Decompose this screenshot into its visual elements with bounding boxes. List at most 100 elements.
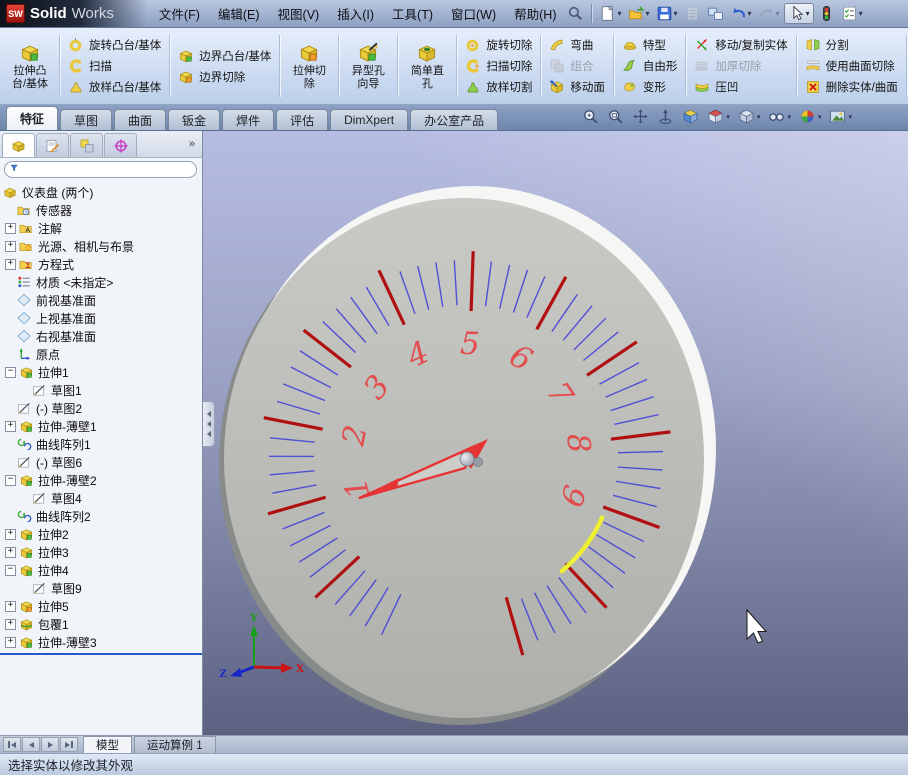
- tab-钣金[interactable]: 钣金: [168, 109, 220, 130]
- tree-item-5[interactable]: 材质 <未指定>: [0, 273, 202, 291]
- flex-button[interactable]: 弯曲: [545, 35, 609, 55]
- hide-show-items-button[interactable]: ▾: [768, 108, 791, 125]
- menu-edit[interactable]: 编辑(E): [209, 0, 269, 27]
- options-checklist-button[interactable]: ▾: [839, 3, 865, 24]
- apply-scene-dropdown-caret[interactable]: ▾: [848, 113, 852, 121]
- save-button[interactable]: ▾: [654, 3, 680, 24]
- tree-item-15[interactable]: (-) 草图6: [0, 453, 202, 471]
- undo-dropdown-caret[interactable]: ▾: [748, 9, 752, 18]
- tree-item-1[interactable]: 传感器: [0, 201, 202, 219]
- section-view-button[interactable]: [682, 108, 699, 125]
- tree-item-4[interactable]: +Σ方程式: [0, 255, 202, 273]
- boundary-cut-button[interactable]: 边界切除: [174, 67, 275, 87]
- tab-特征[interactable]: 特征: [6, 106, 58, 130]
- tree-expander[interactable]: +: [5, 529, 16, 540]
- tree-item-14[interactable]: 曲线阵列1: [0, 435, 202, 453]
- menu-help[interactable]: 帮助(H): [505, 0, 565, 27]
- tree-expander[interactable]: +: [5, 421, 16, 432]
- first-tab-button[interactable]: [3, 737, 21, 752]
- tab-评估[interactable]: 评估: [276, 109, 328, 130]
- swept-boss-button[interactable]: 扫描: [64, 56, 165, 76]
- tree-item-8[interactable]: 右视基准面: [0, 327, 202, 345]
- view-orientation-dropdown-caret[interactable]: ▾: [726, 113, 730, 121]
- boundary-boss-base-button[interactable]: 边界凸台/基体: [174, 46, 275, 66]
- make-drawing-button[interactable]: [705, 3, 726, 24]
- open-folder-button[interactable]: ▾: [626, 3, 652, 24]
- next-tab-button[interactable]: [41, 737, 59, 752]
- search-button[interactable]: [565, 3, 586, 24]
- select-cursor-dropdown-caret[interactable]: ▾: [806, 9, 810, 18]
- tree-item-6[interactable]: 前视基准面: [0, 291, 202, 309]
- panel-overflow-chevron[interactable]: »: [189, 138, 195, 150]
- tree-item-20[interactable]: +拉伸3: [0, 543, 202, 561]
- doc-tab-运动算例 1[interactable]: 运动算例 1: [134, 736, 216, 753]
- view-orientation-button[interactable]: ▾: [707, 108, 730, 125]
- lofted-cut-button[interactable]: 放样切割: [461, 77, 536, 97]
- zoom-to-area-button[interactable]: [607, 108, 624, 125]
- tree-item-18[interactable]: 曲线阵列2: [0, 507, 202, 525]
- tree-expander[interactable]: +: [5, 223, 16, 234]
- menu-view[interactable]: 视图(V): [269, 0, 329, 27]
- hole-wizard-button[interactable]: 异型孔向导: [343, 42, 393, 91]
- revolved-boss-base-button[interactable]: 旋转凸台/基体: [64, 35, 165, 55]
- redo-dropdown-caret[interactable]: ▾: [776, 9, 780, 18]
- tree-item-10[interactable]: −拉伸1: [0, 363, 202, 381]
- tree-item-21[interactable]: −拉伸4: [0, 561, 202, 579]
- lofted-boss-base-button[interactable]: 放样凸台/基体: [64, 77, 165, 97]
- traffic-light-button[interactable]: [816, 3, 837, 24]
- tree-expander[interactable]: +: [5, 547, 16, 558]
- tree-expander[interactable]: +: [5, 637, 16, 648]
- indent-button[interactable]: 压凹: [690, 77, 791, 97]
- simple-hole-button[interactable]: 简单直孔: [402, 42, 452, 91]
- move-face-button[interactable]: 移动面: [545, 77, 609, 97]
- tree-item-12[interactable]: (-) 草图2: [0, 399, 202, 417]
- hide-show-items-dropdown-caret[interactable]: ▾: [787, 113, 791, 121]
- move-copy-bodies-button[interactable]: 移动/复制实体: [690, 35, 791, 55]
- tree-item-0[interactable]: 仪表盘 (两个): [0, 183, 202, 201]
- display-style-dropdown-caret[interactable]: ▾: [757, 113, 761, 121]
- deform-button[interactable]: 变形: [618, 77, 682, 97]
- tree-item-3[interactable]: +光源、相机与布景: [0, 237, 202, 255]
- new-document-dropdown-caret[interactable]: ▾: [617, 9, 621, 18]
- tab-曲面[interactable]: 曲面: [114, 109, 166, 130]
- display-style-button[interactable]: ▾: [738, 108, 761, 125]
- tree-expander[interactable]: −: [5, 565, 16, 576]
- rollback-bar[interactable]: [0, 653, 202, 655]
- tree-item-16[interactable]: −拉伸-薄壁2: [0, 471, 202, 489]
- tree-item-19[interactable]: +拉伸2: [0, 525, 202, 543]
- delete-body-surface-button[interactable]: 删除实体/曲面: [801, 77, 902, 97]
- tree-item-17[interactable]: 草图4: [0, 489, 202, 507]
- tree-item-11[interactable]: 草图1: [0, 381, 202, 399]
- tree-filter-input[interactable]: [4, 161, 197, 178]
- tree-expander[interactable]: +: [5, 601, 16, 612]
- tree-item-13[interactable]: +拉伸-薄壁1: [0, 417, 202, 435]
- options-checklist-dropdown-caret[interactable]: ▾: [859, 9, 863, 18]
- cut-with-surface-button[interactable]: 使用曲面切除: [801, 56, 902, 76]
- revolved-cut-button[interactable]: 旋转切除: [461, 35, 536, 55]
- menu-insert[interactable]: 插入(I): [328, 0, 383, 27]
- featuremanager-tab[interactable]: [2, 133, 35, 157]
- propertymanager-tab[interactable]: [36, 133, 69, 157]
- last-tab-button[interactable]: [60, 737, 78, 752]
- tree-expander[interactable]: −: [5, 367, 16, 378]
- menu-tools[interactable]: 工具(T): [383, 0, 442, 27]
- configurationmanager-tab[interactable]: [70, 133, 103, 157]
- edit-appearance-dropdown-caret[interactable]: ▾: [818, 113, 822, 121]
- edit-appearance-button[interactable]: ▾: [799, 108, 822, 125]
- save-dropdown-caret[interactable]: ▾: [674, 9, 678, 18]
- tree-expander[interactable]: +: [5, 241, 16, 252]
- tree-expander[interactable]: +: [5, 259, 16, 270]
- tree-item-24[interactable]: +包覆1: [0, 615, 202, 633]
- pan-button[interactable]: [632, 108, 649, 125]
- tree-item-9[interactable]: 原点: [0, 345, 202, 363]
- tree-item-7[interactable]: 上视基准面: [0, 309, 202, 327]
- previous-tab-button[interactable]: [22, 737, 40, 752]
- tree-expander[interactable]: −: [5, 475, 16, 486]
- menu-window[interactable]: 窗口(W): [442, 0, 505, 27]
- doc-tab-模型[interactable]: 模型: [83, 736, 132, 753]
- split-button[interactable]: 分割: [801, 35, 902, 55]
- extruded-boss-base-button[interactable]: 拉伸凸台/基体: [5, 42, 55, 91]
- tab-办公室产品[interactable]: 办公室产品: [410, 109, 498, 130]
- tree-item-23[interactable]: +拉伸5: [0, 597, 202, 615]
- dimxpertmanager-tab[interactable]: [104, 133, 137, 157]
